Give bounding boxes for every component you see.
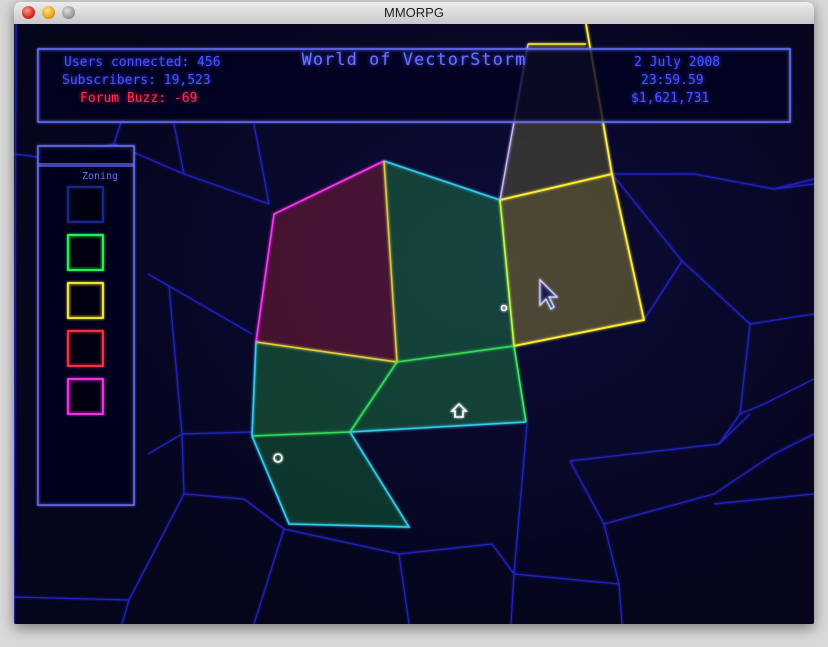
forum-buzz: Forum Buzz: -69 (80, 91, 198, 106)
district-green-north[interactable] (384, 161, 514, 362)
zoning-swatch-empty[interactable] (67, 186, 104, 223)
game-viewport[interactable]: World of VectorStorm Users connected: 45… (14, 24, 814, 624)
zoning-label: Zoning (81, 171, 119, 182)
zoning-swatch-red[interactable] (67, 330, 104, 367)
district-green-south[interactable] (252, 432, 409, 527)
window-title: MMORPG (384, 5, 444, 20)
app-window: MMORPG World of VectorStorm Users connec… (14, 2, 814, 624)
world-map[interactable] (14, 24, 814, 624)
zoning-swatch-magenta[interactable] (67, 378, 104, 415)
zoning-swatch-yellow[interactable] (67, 282, 104, 319)
subscribers: Subscribers: 19,523 (62, 73, 211, 88)
game-date: 2 July 2008 (634, 55, 721, 70)
zoning-swatch-green[interactable] (67, 234, 104, 271)
district-red[interactable] (256, 161, 397, 362)
district-yellow[interactable] (500, 174, 644, 346)
users-connected: Users connected: 456 (64, 55, 221, 70)
title-bar[interactable]: MMORPG (14, 2, 814, 25)
game-time: 23:59.59 (641, 73, 704, 88)
money: $1,621,731 (631, 91, 710, 106)
